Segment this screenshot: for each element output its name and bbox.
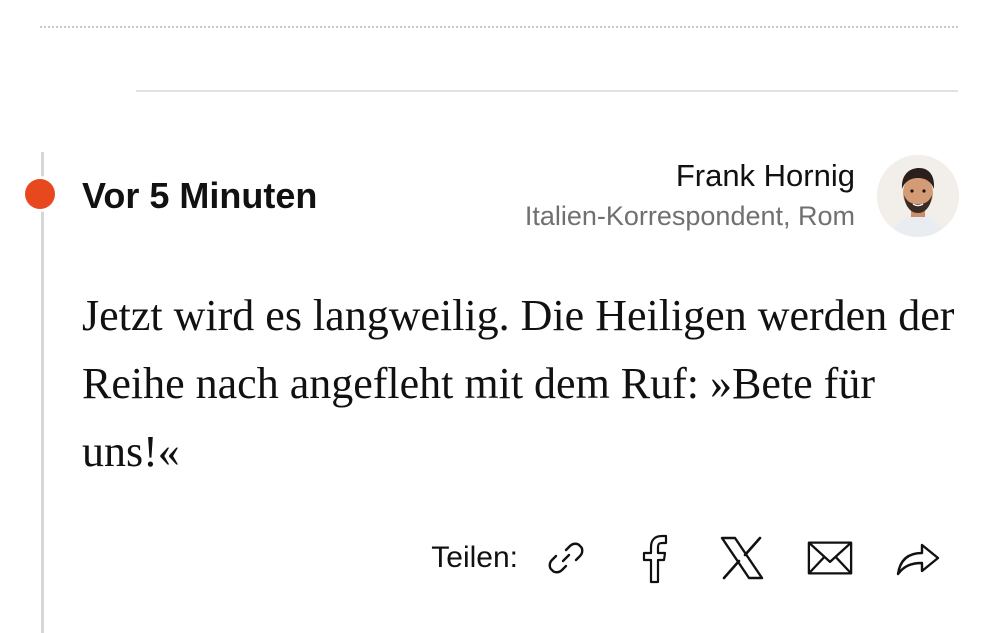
more-share-button[interactable]	[894, 534, 942, 582]
copy-link-button[interactable]	[542, 534, 590, 582]
share-label: Teilen:	[431, 541, 518, 574]
author-portrait-icon	[877, 155, 959, 237]
mail-icon	[807, 541, 853, 575]
facebook-share-button[interactable]	[630, 534, 678, 584]
entry-text: Jetzt wird es langweilig. Die Heiligen w…	[82, 291, 955, 476]
link-icon	[548, 542, 584, 574]
entry-timestamp: Vor 5 Minuten	[82, 175, 318, 216]
mail-share-button[interactable]	[806, 534, 854, 582]
x-share-button[interactable]	[718, 534, 766, 582]
author-avatar[interactable]	[877, 155, 959, 237]
share-bar: Teilen:	[431, 528, 942, 588]
top-dotted-divider	[40, 26, 958, 28]
facebook-icon	[642, 534, 668, 584]
x-icon	[720, 536, 764, 580]
timeline-line	[41, 152, 44, 633]
author-info: Frank Hornig Italien-Korrespondent, Rom	[525, 156, 855, 236]
live-indicator-dot	[22, 176, 58, 212]
entry-separator	[136, 90, 958, 92]
share-arrow-icon	[896, 543, 940, 576]
liveblog-entry: Vor 5 Minuten Frank Hornig Italien-Korre…	[0, 0, 1000, 633]
author-name[interactable]: Frank Hornig	[525, 156, 855, 196]
author-role: Italien-Korrespondent, Rom	[524, 201, 855, 231]
